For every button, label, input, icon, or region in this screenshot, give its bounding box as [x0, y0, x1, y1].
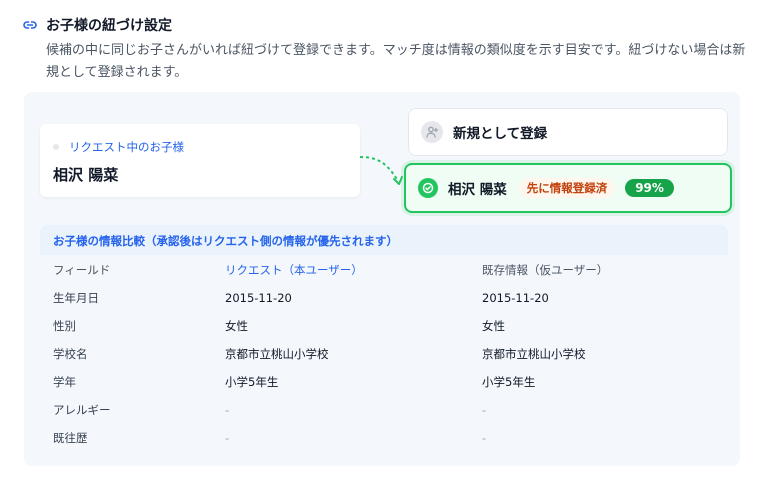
field-name: 既往歴	[53, 431, 88, 445]
field-name: 学年	[53, 375, 76, 389]
request-child-card: リクエスト中のお子様 相沢 陽菜	[40, 124, 360, 197]
match-score-badge: 99%	[625, 179, 674, 197]
comparison-title: お子様の情報比較（承認後はリクエスト側の情報が優先されます）	[40, 225, 728, 255]
status-dot	[53, 144, 59, 150]
existing-value: 2015-11-20	[482, 291, 549, 305]
request-label: リクエスト中のお子様	[69, 140, 184, 154]
table-row: 性別 女性 女性	[40, 312, 728, 340]
request-label-row: リクエスト中のお子様	[53, 139, 347, 155]
link-icon	[22, 17, 38, 33]
request-value: -	[225, 403, 230, 417]
page-title: お子様の紐づけ設定	[46, 18, 172, 34]
field-name: 生年月日	[53, 291, 99, 305]
field-name: 学校名	[53, 347, 88, 361]
field-name: アレルギー	[53, 403, 111, 417]
table-row: 学年 小学5年生 小学5年生	[40, 368, 728, 396]
column-header: フィールド	[53, 263, 111, 277]
table-row: 既往歴 - -	[40, 424, 728, 452]
table-row: 生年月日 2015-11-20 2015-11-20	[40, 284, 728, 312]
request-child-name: 相沢 陽菜	[53, 166, 119, 184]
match-child-name: 相沢 陽菜	[448, 182, 507, 198]
request-value: 女性	[225, 319, 248, 333]
request-value: 京都市立桃山小学校	[225, 347, 329, 361]
check-circle-icon	[418, 178, 438, 198]
comparison-table: フィールド リクエスト（本ユーザー） 既存情報（仮ユーザー） 生年月日 2015…	[40, 256, 728, 452]
existing-value: -	[482, 403, 487, 417]
section-header: お子様の紐づけ設定 候補の中に同じお子さんがいれば紐づけて登録できます。マッチ度…	[22, 14, 748, 84]
user-plus-icon	[421, 121, 443, 143]
match-candidate-option[interactable]: 相沢 陽菜 先に情報登録済 99%	[404, 163, 732, 213]
register-as-new-label: 新規として登録	[453, 126, 548, 142]
column-header: リクエスト（本ユーザー）	[225, 263, 363, 277]
existing-value: 小学5年生	[482, 375, 536, 389]
registered-badge: 先に情報登録済	[518, 178, 616, 198]
table-row: 学校名 京都市立桃山小学校 京都市立桃山小学校	[40, 340, 728, 368]
column-header: 既存情報（仮ユーザー）	[482, 263, 609, 277]
existing-value: 京都市立桃山小学校	[482, 347, 586, 361]
existing-value: -	[482, 431, 487, 445]
request-value: 小学5年生	[225, 375, 279, 389]
table-row: アレルギー - -	[40, 396, 728, 424]
request-value: 2015-11-20	[225, 291, 292, 305]
title-row: お子様の紐づけ設定	[22, 14, 748, 36]
register-as-new-option[interactable]: 新規として登録	[408, 108, 728, 156]
table-header-row: フィールド リクエスト（本ユーザー） 既存情報（仮ユーザー）	[40, 256, 728, 284]
field-name: 性別	[53, 319, 76, 333]
request-value: -	[225, 431, 230, 445]
existing-value: 女性	[482, 319, 505, 333]
description-text: 候補の中に同じお子さんがいれば紐づけて登録できます。マッチ度は情報の類似度を示す…	[46, 43, 746, 80]
